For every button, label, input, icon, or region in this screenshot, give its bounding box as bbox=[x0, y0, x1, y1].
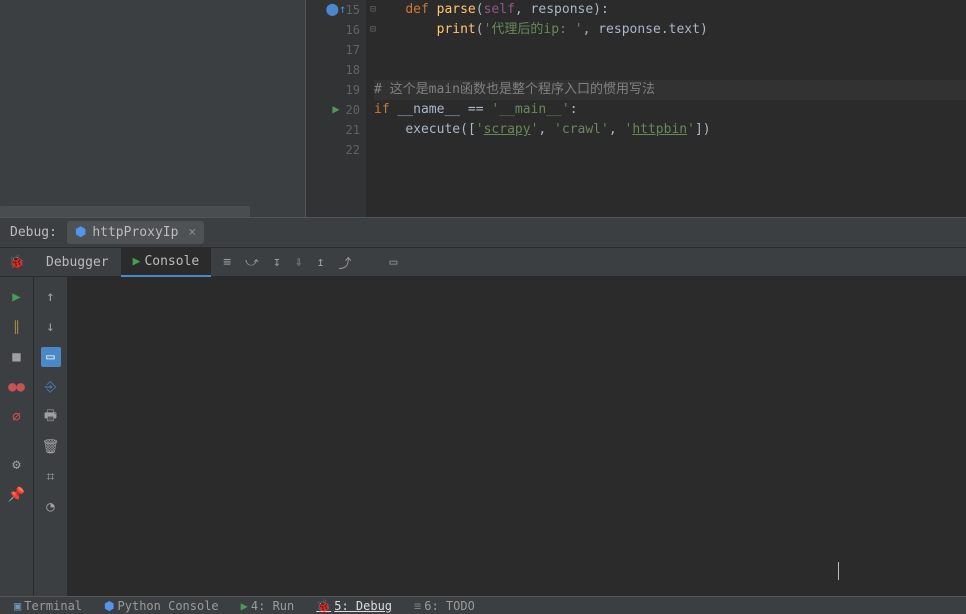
debug-actions-column: ▶ ∥ ■ ●● ⌀ ⚙ 📌 bbox=[0, 277, 34, 596]
string: 'crawl' bbox=[554, 122, 609, 137]
call: execute bbox=[405, 122, 460, 137]
editor-gutter[interactable]: 15 ⬤↑ ⊟ 16 ⊟ 17 18 19 20 ▶ 21 22 bbox=[306, 0, 366, 217]
debug-console: ▶ ∥ ■ ●● ⌀ ⚙ 📌 ↑ ↓ ▭ ⎆ 🖶 🗑 ⌗ ◔ bbox=[0, 277, 966, 596]
console-icon: ▶ bbox=[133, 254, 141, 269]
string: '代理后的ip: ' bbox=[484, 22, 583, 37]
params: , response): bbox=[515, 2, 609, 17]
down-icon[interactable]: ↓ bbox=[41, 317, 61, 337]
string: '__main__' bbox=[491, 102, 569, 117]
close-icon[interactable]: × bbox=[184, 225, 196, 240]
pin-icon[interactable]: 📌 bbox=[7, 485, 27, 505]
python-icon: ⬢ bbox=[104, 599, 114, 613]
horizontal-scrollbar[interactable] bbox=[0, 206, 250, 217]
tab-console[interactable]: ▶Console bbox=[121, 248, 212, 277]
clear-icon[interactable]: 🗑 bbox=[41, 437, 61, 457]
step-into-my-icon[interactable]: ⇩ bbox=[295, 253, 303, 272]
menu-icon[interactable]: ≡ bbox=[223, 253, 231, 272]
self-param: self bbox=[484, 2, 515, 17]
debug-tab-name: httpProxyIp bbox=[92, 225, 178, 240]
show-prompt-icon[interactable]: ⎆ bbox=[41, 377, 61, 397]
terminal-tool[interactable]: ▣Terminal bbox=[14, 599, 82, 613]
code-body[interactable]: def parse(self, response): print('代理后的ip… bbox=[366, 0, 966, 217]
terminal-icon: ▣ bbox=[14, 599, 21, 613]
keyword: if bbox=[374, 102, 390, 117]
bug-icon: 🐞 bbox=[316, 599, 331, 613]
string-link[interactable]: httpbin bbox=[632, 122, 687, 137]
comment: # 这个是main函数也是整个程序入口的惯用写法 bbox=[374, 82, 655, 97]
debug-tool[interactable]: 🐞5: Debug bbox=[316, 599, 392, 613]
rerun-icon[interactable]: ▶ bbox=[7, 287, 27, 307]
fold-icon[interactable]: ⊟ bbox=[370, 0, 376, 20]
step-out-icon[interactable]: ↥ bbox=[317, 253, 325, 272]
dunder: __name__ bbox=[397, 102, 460, 117]
run-tool[interactable]: ▶4: Run bbox=[241, 599, 295, 613]
up-icon[interactable]: ↑ bbox=[41, 287, 61, 307]
console-output[interactable] bbox=[68, 277, 966, 596]
view-breakpoints-icon[interactable]: ●● bbox=[7, 377, 27, 397]
status-bar: ▣Terminal ⬢Python Console ▶4: Run 🐞5: De… bbox=[0, 596, 966, 614]
python-console-tool[interactable]: ⬢Python Console bbox=[104, 599, 219, 613]
console-actions-column: ↑ ↓ ▭ ⎆ 🖶 🗑 ⌗ ◔ bbox=[34, 277, 68, 596]
debug-tabs-row: 🐞 Debugger ▶Console ≡ ⤻ ↧ ⇩ ↥ ⤴ ▭ bbox=[0, 248, 966, 277]
run-to-cursor-icon[interactable]: ⤴ bbox=[338, 253, 351, 272]
project-tool-placeholder bbox=[0, 0, 305, 217]
bug-icon[interactable]: 🐞 bbox=[9, 255, 25, 270]
run-icon: ▶ bbox=[241, 599, 248, 613]
override-icon[interactable]: ⬤↑ bbox=[330, 3, 342, 15]
python-file-icon: ⬢ bbox=[75, 225, 86, 240]
fold-icon[interactable]: ⊟ bbox=[370, 20, 376, 40]
tab-debugger[interactable]: Debugger bbox=[34, 249, 121, 276]
debug-run-config-tab[interactable]: ⬢ httpProxyIp × bbox=[67, 221, 204, 244]
todo-tool[interactable]: ≡6: TODO bbox=[414, 599, 475, 613]
history-icon[interactable]: ◔ bbox=[41, 497, 61, 517]
use-console-icon[interactable]: ▭ bbox=[41, 347, 61, 367]
debug-tool-header: Debug: ⬢ httpProxyIp × bbox=[0, 217, 966, 248]
run-icon[interactable]: ▶ bbox=[330, 103, 342, 115]
print-icon[interactable]: 🖶 bbox=[41, 407, 61, 427]
string-link[interactable]: scrapy bbox=[484, 122, 531, 137]
function-name: parse bbox=[437, 2, 476, 17]
stop-icon[interactable]: ■ bbox=[7, 347, 27, 367]
evaluate-icon[interactable]: ▭ bbox=[389, 253, 397, 272]
code-text: , response.text) bbox=[583, 22, 708, 37]
pause-icon[interactable]: ∥ bbox=[7, 317, 27, 337]
step-into-icon[interactable]: ↧ bbox=[273, 253, 281, 272]
builtin: print bbox=[437, 22, 476, 37]
todo-icon: ≡ bbox=[414, 599, 421, 613]
text-cursor bbox=[838, 562, 839, 580]
mute-breakpoints-icon[interactable]: ⌀ bbox=[7, 407, 27, 427]
keyword: def bbox=[405, 2, 428, 17]
settings-icon[interactable]: ⚙ bbox=[7, 455, 27, 475]
calc-icon[interactable]: ⌗ bbox=[41, 467, 61, 487]
debug-label: Debug: bbox=[0, 225, 67, 240]
code-editor[interactable]: 15 ⬤↑ ⊟ 16 ⊟ 17 18 19 20 ▶ 21 22 def par… bbox=[305, 0, 966, 217]
step-over-icon[interactable]: ⤻ bbox=[245, 253, 259, 272]
